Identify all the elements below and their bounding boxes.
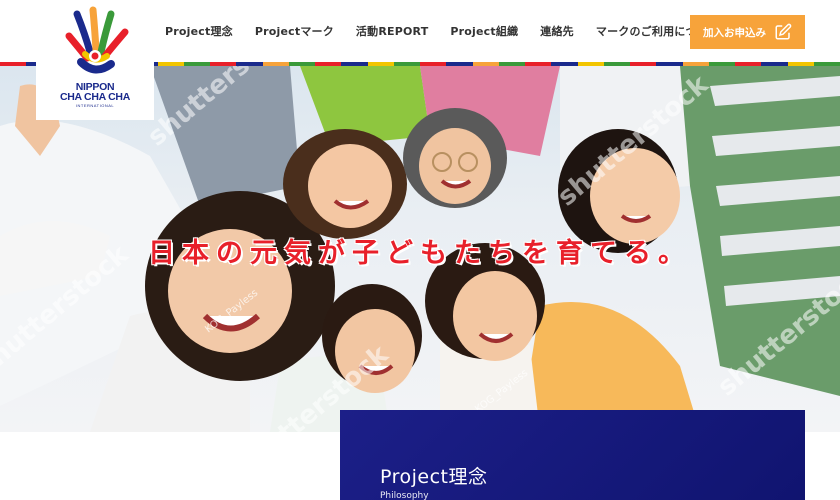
project-title: Project理念 <box>380 466 488 488</box>
project-subtitle: Philosophy <box>380 491 429 500</box>
site-logo[interactable]: NIPPON CHA CHA CHA INTERNATIONAL <box>36 0 154 120</box>
nav-item-contact[interactable]: 連絡先 <box>540 23 574 39</box>
logo-line-2: CHA CHA CHA <box>59 91 130 103</box>
main-nav: Project理念 Projectマーク 活動REPORT Project組織 … <box>165 0 741 62</box>
nav-item-mark[interactable]: Projectマーク <box>255 23 334 39</box>
hero-tagline: 日本の元気が子どもたちを育てる。 <box>148 238 692 269</box>
nav-item-report[interactable]: 活動REPORT <box>356 23 428 39</box>
pen-square-icon <box>775 23 792 40</box>
join-button[interactable]: 加入お申込み <box>690 15 805 49</box>
nav-item-philosophy[interactable]: Project理念 <box>165 23 233 39</box>
hand-logo-icon <box>65 6 129 74</box>
logo-line-3: INTERNATIONAL <box>75 103 115 108</box>
project-philosophy-card: Project理念 Philosophy <box>340 410 805 500</box>
nav-item-organization[interactable]: Project組織 <box>450 23 518 39</box>
join-button-label: 加入お申込み <box>703 26 766 39</box>
hero-image: shutterstock shutterstock shutterstock s… <box>0 66 840 432</box>
